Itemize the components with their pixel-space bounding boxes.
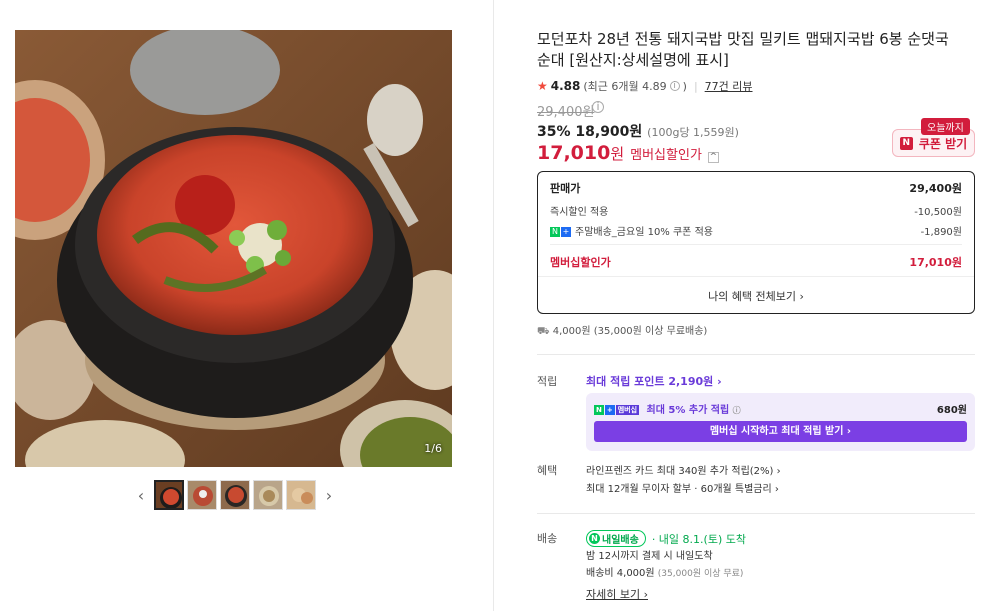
thumbnail-2[interactable] bbox=[187, 480, 217, 510]
divider bbox=[537, 354, 975, 355]
price-breakdown-box: 판매가 29,400원 즉시할인 적용 -10,500원 N + 주말배송_금요일 … bbox=[537, 171, 975, 314]
thumbnail-strip: ‹ › bbox=[131, 480, 339, 510]
image-counter: 1/6 bbox=[424, 442, 442, 455]
original-price: 29,400원 bbox=[537, 105, 595, 120]
today-only-badge: 오늘까지 bbox=[921, 118, 970, 135]
member-price: 17,010원 bbox=[537, 142, 624, 164]
price-row-label: 멤버십할인가 bbox=[550, 256, 611, 269]
member-price-won: 원 bbox=[610, 145, 625, 163]
naver-plus-membership-icon: N + 멤버십 bbox=[594, 405, 640, 415]
price-row-value: -1,890원 bbox=[920, 227, 962, 238]
delivery-arrival-line: N 내일배송 · 내일 8.1.(토) 도착 bbox=[586, 530, 746, 547]
extra-points-label: 최대 5% 추가 적립 bbox=[646, 405, 730, 416]
delivery-cutoff: 밤 12시까지 결제 시 내일도착 bbox=[586, 551, 713, 562]
discount-rate: 35% bbox=[537, 124, 571, 140]
price-row-label: 판매가 bbox=[550, 182, 581, 195]
star-icon: ★ bbox=[537, 79, 548, 93]
discount-price-line: 35% 18,900원 (100g당 1,559원) bbox=[537, 121, 739, 141]
price-row-value: 17,010원 bbox=[909, 256, 962, 269]
installment-benefit-link[interactable]: 최대 12개월 무이자 할부 · 60개월 특별금리 › bbox=[586, 480, 779, 495]
chevron-up-icon[interactable]: ^ bbox=[707, 152, 719, 163]
product-gallery: 1/6 ‹ › bbox=[0, 0, 494, 611]
delivery-section-label: 배송 bbox=[537, 532, 558, 545]
sale-price: 18,900원 bbox=[575, 124, 643, 140]
coupon-label: 쿠폰 받기 bbox=[918, 136, 968, 151]
price-row-value: -10,500원 bbox=[914, 207, 962, 218]
delivery-fee-condition: (35,000원 이상 무료) bbox=[657, 569, 744, 579]
delivery-fee: 배송비 4,000원 bbox=[586, 568, 655, 579]
shipping-fee: ⛟ 4,000원 (35,000원 이상 무료배송) bbox=[537, 322, 707, 339]
delivery-fee-line: 배송비 4,000원 (35,000원 이상 무료) bbox=[586, 564, 743, 579]
thumbnail-5[interactable] bbox=[286, 480, 316, 510]
info-icon[interactable]: i bbox=[669, 81, 680, 91]
main-product-image[interactable]: 1/6 bbox=[15, 30, 452, 467]
unit-price: (100g당 1,559원) bbox=[647, 126, 739, 139]
benefits-section-label: 혜택 bbox=[537, 464, 558, 477]
price-row-instant-discount: 즉시할인 적용 -10,500원 bbox=[550, 203, 962, 218]
price-row-member-total: 멤버십할인가 17,010원 bbox=[550, 254, 962, 270]
rating-value: 4.88 bbox=[550, 79, 581, 93]
member-price-line: 17,010원 멤버십할인가 ^ bbox=[537, 142, 719, 164]
card-benefit-link[interactable]: 라인프렌즈 카드 최대 340원 추가 적립(2%) › bbox=[586, 462, 781, 477]
max-points-link[interactable]: 최대 적립 포인트 2,190원 › bbox=[586, 373, 722, 389]
extra-points-line: N + 멤버십 최대 5% 추가 적립 ⓘ 680원 bbox=[594, 401, 967, 416]
membership-points-box: N + 멤버십 최대 5% 추가 적립 ⓘ 680원 멤버십 시작하고 최대 적립 … bbox=[586, 393, 975, 451]
extra-points-amount: 680원 bbox=[936, 405, 967, 416]
price-row-coupon: N + 주말배송_금요일 10% 쿠폰 적용 -1,890원 bbox=[550, 223, 962, 238]
product-title: 모던포차 28년 전통 돼지국밥 맛집 밀키트 맵돼지국밥 6봉 순댓국 순대 … bbox=[537, 30, 949, 69]
rating-recent: (최근 6개월 4.89 bbox=[583, 80, 667, 93]
points-section-label: 적립 bbox=[537, 375, 558, 388]
delivery-details-link[interactable]: 자세히 보기 › bbox=[586, 586, 648, 602]
review-count-link[interactable]: 77건 리뷰 bbox=[705, 78, 753, 94]
arrival-date: · 내일 8.1.(토) 도착 bbox=[651, 532, 746, 546]
prev-image-arrow-icon[interactable]: ‹ bbox=[131, 480, 151, 510]
naver-n-icon: N bbox=[899, 136, 913, 150]
start-membership-button[interactable]: 멤버십 시작하고 최대 적립 받기 › bbox=[594, 421, 967, 442]
divider bbox=[550, 244, 962, 245]
thumbnail-3[interactable] bbox=[220, 480, 250, 510]
divider bbox=[537, 513, 975, 514]
divider: | bbox=[693, 79, 698, 93]
price-row-value: 29,400원 bbox=[909, 182, 962, 195]
thumbnail-1[interactable] bbox=[154, 480, 184, 510]
coupon-row-text: 주말배송_금요일 10% 쿠폰 적용 bbox=[575, 227, 713, 238]
price-row-sale: 판매가 29,400원 bbox=[550, 180, 962, 196]
naver-plus-icon: N + bbox=[550, 227, 571, 237]
view-all-benefits-link[interactable]: 나의 혜택 전체보기 › bbox=[538, 288, 974, 304]
info-icon[interactable]: ⓘ bbox=[733, 406, 741, 415]
rating-recent-close: ) bbox=[682, 79, 687, 93]
rating-summary: ★ 4.88 (최근 6개월 4.89 i) | 77건 리뷰 bbox=[537, 78, 753, 94]
price-row-label: N + 주말배송_금요일 10% 쿠폰 적용 bbox=[550, 223, 713, 238]
shipping-fee-text: 4,000원 (35,000원 이상 무료배송) bbox=[552, 326, 708, 337]
truck-icon: ⛟ bbox=[537, 326, 553, 337]
naver-n-icon: N bbox=[589, 533, 600, 544]
original-price-info-icon[interactable]: i bbox=[592, 101, 604, 113]
price-row-label: 즉시할인 적용 bbox=[550, 207, 609, 218]
member-price-label: 멤버십할인가 bbox=[630, 148, 702, 163]
thumbnail-4[interactable] bbox=[253, 480, 283, 510]
divider bbox=[538, 276, 974, 277]
stew-photo bbox=[15, 30, 452, 467]
next-image-arrow-icon[interactable]: › bbox=[319, 480, 339, 510]
member-price-value: 17,010 bbox=[537, 142, 611, 164]
tomorrow-delivery-badge: N 내일배송 bbox=[586, 530, 646, 547]
